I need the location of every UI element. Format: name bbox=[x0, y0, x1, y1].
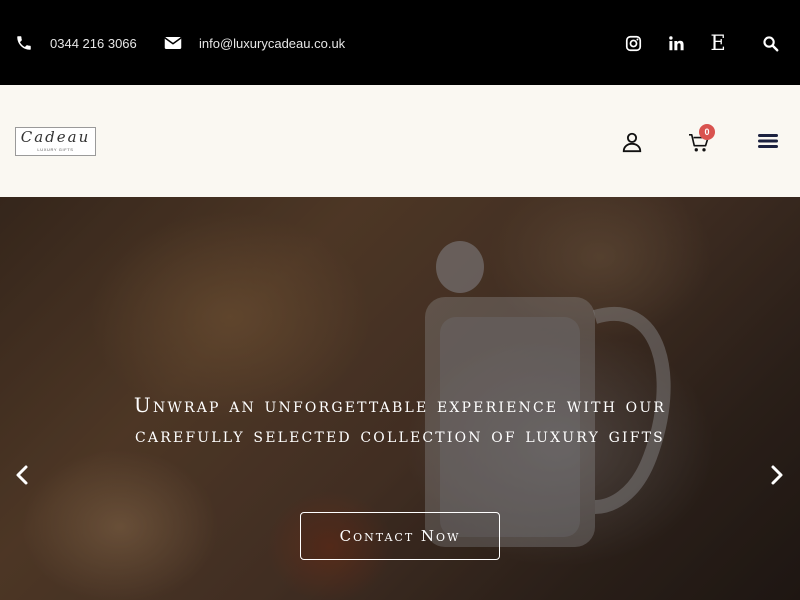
cart-count-badge: 0 bbox=[699, 124, 715, 140]
instagram-icon[interactable] bbox=[622, 30, 644, 56]
email-contact[interactable]: info@luxurycadeau.co.uk bbox=[163, 33, 345, 53]
envelope-icon bbox=[163, 33, 183, 53]
logo-brand: Cadeau bbox=[20, 128, 91, 146]
top-contact-bar: 0344 216 3066 info@luxurycadeau.co.uk E bbox=[0, 0, 800, 85]
hero-headline: Unwrap an unforgettable experience with … bbox=[133, 393, 667, 447]
email-address[interactable]: info@luxurycadeau.co.uk bbox=[199, 36, 345, 51]
contact-now-button[interactable]: Contact Now bbox=[300, 512, 500, 560]
menu-icon[interactable] bbox=[757, 132, 779, 150]
site-header: Cadeau LUXURY GIFTS 0 bbox=[0, 85, 800, 197]
logo-tagline: LUXURY GIFTS bbox=[37, 147, 74, 152]
phone-contact[interactable]: 0344 216 3066 bbox=[14, 33, 137, 53]
search-icon[interactable] bbox=[758, 30, 782, 56]
etsy-icon[interactable]: E bbox=[707, 30, 729, 56]
hero-slider: Unwrap an unforgettable experience with … bbox=[0, 197, 800, 600]
site-logo[interactable]: Cadeau LUXURY GIFTS bbox=[15, 127, 96, 156]
phone-icon bbox=[14, 33, 34, 53]
chevron-right-icon[interactable] bbox=[767, 462, 787, 488]
phone-number[interactable]: 0344 216 3066 bbox=[50, 36, 137, 51]
user-icon[interactable] bbox=[620, 130, 644, 154]
chevron-left-icon[interactable] bbox=[12, 462, 32, 488]
linkedin-icon[interactable] bbox=[665, 30, 687, 56]
